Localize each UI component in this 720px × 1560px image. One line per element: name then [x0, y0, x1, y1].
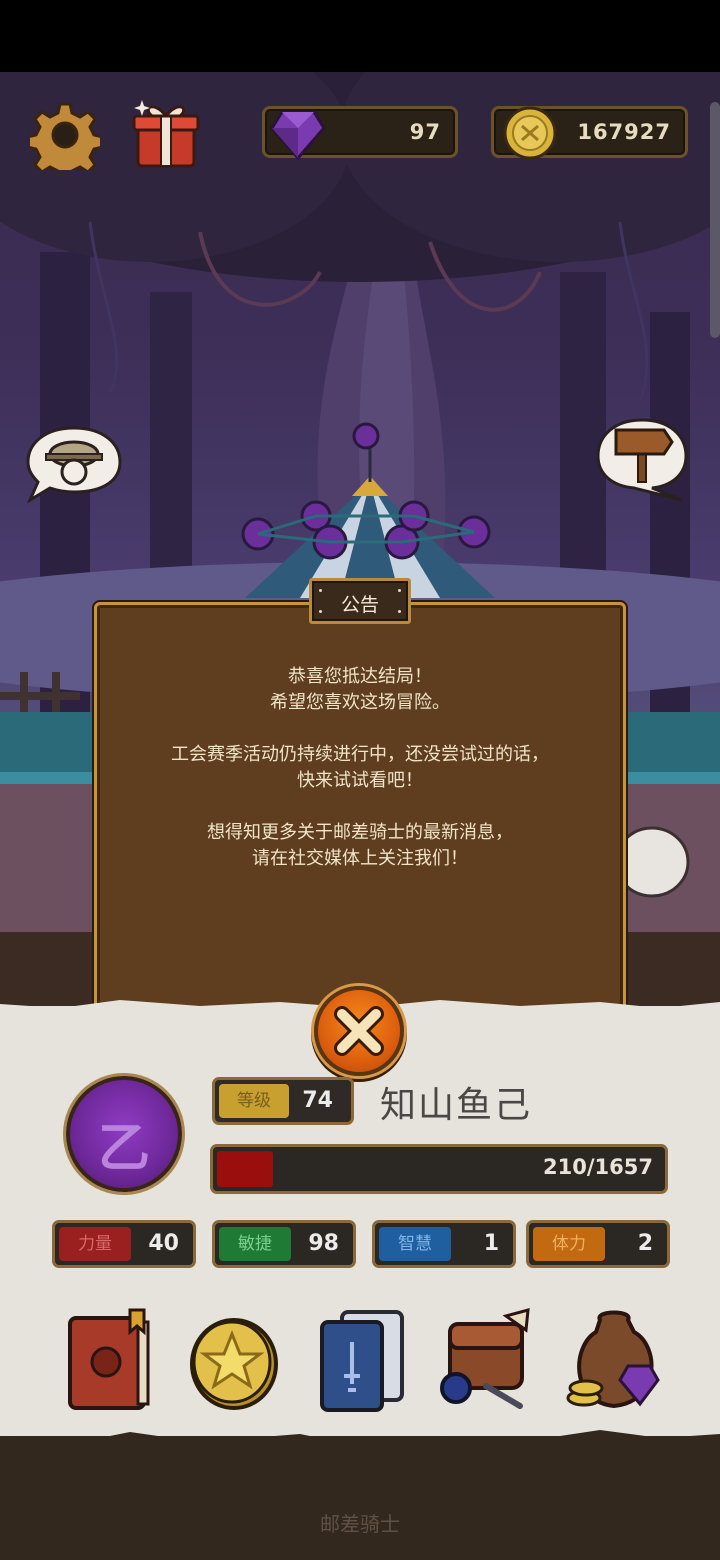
explorer-hat-bubble-icon[interactable] [24, 424, 124, 504]
close-dialog-button[interactable] [314, 986, 404, 1076]
dialog-line: 想得知更多关于邮差骑士的最新消息， [207, 822, 513, 843]
character-name: 知山鱼己 [380, 1085, 533, 1126]
dialog-line: 快来试试看吧！ [297, 770, 423, 791]
dialog-title-plate: 公告 [309, 578, 411, 624]
loot-sack-icon[interactable] [564, 1306, 664, 1416]
star-coin-icon[interactable] [184, 1306, 284, 1416]
stat-stamina: 体力 2 [526, 1220, 670, 1268]
level-value: 74 [302, 1088, 333, 1113]
close-icon [334, 1006, 384, 1056]
cards-icon[interactable] [312, 1306, 412, 1416]
dialog-title: 公告 [340, 594, 379, 616]
stat-agility: 敏捷 98 [212, 1220, 356, 1268]
level-label: 等级 [219, 1084, 289, 1118]
hp-text: 210/1657 [543, 1155, 653, 1179]
game-title: 邮差骑士 [320, 1512, 400, 1536]
stat-label: 力量 [59, 1227, 131, 1261]
dialog-paragraph: 想得知更多关于邮差骑士的最新消息， 请在社交媒体上关注我们！ [100, 820, 620, 872]
stat-label: 体力 [533, 1227, 605, 1261]
footer-torn-edge [0, 1430, 720, 1454]
stat-value: 2 [637, 1231, 653, 1256]
gem-count: 97 [409, 120, 441, 144]
hp-bar-fill [217, 1151, 273, 1187]
settings-gear-icon[interactable] [30, 100, 100, 170]
dialog-line: 恭喜您抵达结局！ [288, 666, 432, 687]
level-badge: 等级 74 [212, 1077, 354, 1125]
coin-icon [503, 106, 557, 160]
avatar-letter: 乙 [97, 1119, 150, 1179]
stat-value: 1 [483, 1231, 499, 1256]
gift-box-icon[interactable] [128, 96, 204, 172]
book-icon[interactable] [60, 1306, 160, 1416]
coin-count: 167927 [577, 120, 671, 144]
status-bar [0, 0, 720, 72]
stat-value: 98 [308, 1231, 339, 1256]
footer [0, 1436, 720, 1560]
dialog-paragraph: 工会赛季活动仍持续进行中，还没尝试过的话， 快来试试看吧！ [100, 742, 620, 794]
character-avatar[interactable]: 乙 [66, 1076, 182, 1192]
dialog-line: 希望您喜欢这场冒险。 [270, 692, 450, 713]
stat-value: 40 [148, 1231, 179, 1256]
stat-strength: 力量 40 [52, 1220, 196, 1268]
stat-label: 智慧 [379, 1227, 451, 1261]
stat-label: 敏捷 [219, 1227, 291, 1261]
hp-bar: 210/1657 [210, 1144, 668, 1194]
dialog-line: 工会赛季活动仍持续进行中，还没尝试过的话， [171, 744, 549, 765]
scrollbar[interactable] [710, 102, 720, 338]
dialog-line: 请在社交媒体上关注我们！ [252, 848, 468, 869]
gem-icon [270, 110, 326, 161]
stat-wisdom: 智慧 1 [372, 1220, 516, 1268]
dialog-paragraph: 恭喜您抵达结局！ 希望您喜欢这场冒险。 [100, 664, 620, 716]
inventory-bag-icon[interactable] [436, 1306, 536, 1416]
dialog-body: 恭喜您抵达结局！ 希望您喜欢这场冒险。 工会赛季活动仍持续进行中，还没尝试过的话… [100, 664, 620, 898]
signpost-bubble-icon[interactable] [594, 416, 690, 502]
